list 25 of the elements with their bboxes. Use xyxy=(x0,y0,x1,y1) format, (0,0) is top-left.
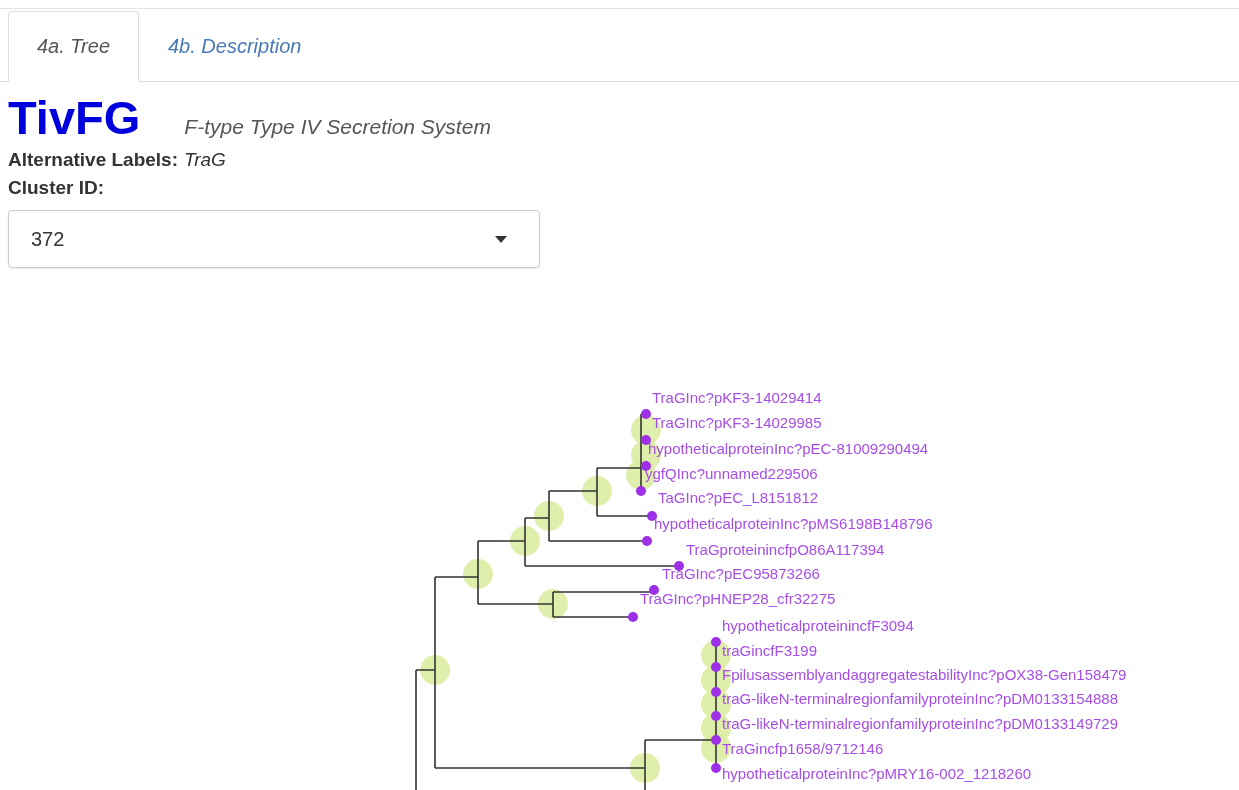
leaf-label: hypotheticalproteinInc?pEC-81009290494 xyxy=(648,440,929,457)
leaf-label: TraGInc?pKF3-14029414 xyxy=(652,389,822,406)
leaf-label: TraGInc?pKF3-14029985 xyxy=(652,414,822,431)
tab[interactable]: 4b. Description xyxy=(139,11,331,82)
page-title: TivFG xyxy=(8,90,141,146)
leaf-label: TraGInc?pHNEP28_cfr32275 xyxy=(640,590,836,607)
leaf-label: hypotheticalproteinInc?pMRY16-002_1218260 xyxy=(722,765,1032,782)
leaf-label: hypotheticalproteinincfF3094 xyxy=(722,617,914,634)
leaf-label: hypotheticalproteinInc?pMS6198B148796 xyxy=(654,515,933,532)
field-label: Cluster ID: xyxy=(8,176,105,200)
leaf-label: traG-likeN-terminalregionfamilyproteinInc?pDM0133154888 xyxy=(722,690,1119,707)
leaf-label: FpilusassemblyandaggregatestabilityInc?pOX38-Gen158479 xyxy=(722,666,1127,683)
leaf-label: traG-likeN-terminalregionfamilyproteinInc?pDM0133149729 xyxy=(722,715,1119,732)
leaf-label: TraGproteinincfpO86A117394 xyxy=(686,541,885,558)
tab[interactable]: 4a. Tree xyxy=(8,11,139,82)
leaf-label: TraGInc?pEC95873266 xyxy=(662,565,820,582)
leaf-label: TraGincfp1658/9712146 xyxy=(722,740,884,757)
leaf-label: TaGInc?pEC_L8151812 xyxy=(658,489,819,506)
alternative-label-value: TraG xyxy=(184,148,226,172)
leaf-label: ygfQInc?unnamed229506 xyxy=(645,465,818,482)
leaf-label: traGincfF3199 xyxy=(722,642,818,659)
page-subtitle: F-type Type IV Secretion System xyxy=(184,115,491,139)
field-label: Alternative Labels: xyxy=(8,148,178,172)
cluster-id-dropdown[interactable]: 372 xyxy=(8,210,540,268)
caret-icon xyxy=(495,235,507,243)
